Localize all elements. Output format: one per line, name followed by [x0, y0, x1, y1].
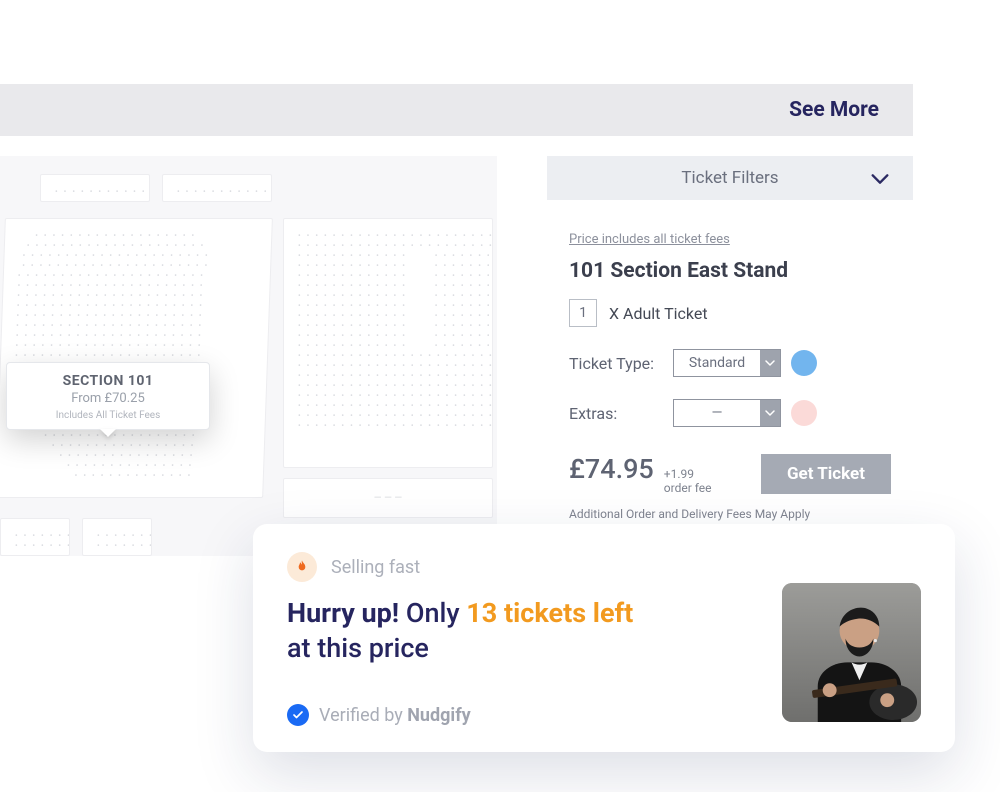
get-ticket-button[interactable]: Get Ticket: [761, 454, 891, 494]
additional-fees-note: Additional Order and Delivery Fees May A…: [569, 507, 891, 521]
top-bar: See More: [0, 84, 913, 136]
color-swatch-extras: [791, 400, 817, 426]
verified-by-text: Verified by Nudgify: [319, 705, 471, 726]
verified-check-icon: [287, 704, 309, 726]
chevron-down-icon: [760, 350, 780, 376]
order-fee-amount: +1.99: [664, 467, 712, 481]
chevron-down-icon: [760, 400, 780, 426]
artist-thumbnail: [782, 583, 921, 722]
section-tooltip: SECTION 101 From £70.25 Includes All Tic…: [6, 362, 210, 430]
extras-select[interactable]: —: [673, 399, 781, 427]
ticket-filters-toggle[interactable]: Ticket Filters: [547, 156, 913, 200]
ticket-price: £74.95: [569, 453, 654, 485]
see-more-link[interactable]: See More: [789, 98, 879, 122]
tooltip-price: From £70.25: [19, 391, 197, 406]
fees-note-link[interactable]: Price includes all ticket fees: [569, 232, 730, 247]
order-fee-label: order fee: [664, 481, 712, 495]
seat-block[interactable]: • • • • • • • • • • • • • • • • • •: [82, 518, 152, 556]
seat-block[interactable]: • • • • • • • • • • • • • • • • • • • • …: [162, 174, 272, 202]
seat-block[interactable]: — — —: [283, 478, 493, 518]
ticket-sidebar: Ticket Filters Price includes all ticket…: [547, 156, 913, 551]
section-title: 101 Section East Stand: [569, 259, 891, 283]
selling-fast-tag: Selling fast: [331, 557, 420, 578]
seat-block[interactable]: • • • • • • • • • • • • • • • • • •: [0, 518, 70, 556]
urgency-notification: Selling fast Hurry up! Only 13 tickets l…: [253, 524, 955, 752]
color-swatch-ticket-type: [791, 350, 817, 376]
chevron-down-icon: [869, 168, 891, 195]
ticket-type-value: Standard: [674, 355, 760, 371]
flame-icon: [287, 552, 317, 582]
extras-value: —: [674, 405, 760, 421]
tooltip-title: SECTION 101: [19, 373, 197, 389]
ticket-type-select[interactable]: Standard: [673, 349, 781, 377]
seat-block[interactable]: • • • • • • • • • • • • • • • • • • • • …: [0, 218, 273, 498]
tooltip-includes: Includes All Ticket Fees: [19, 410, 197, 421]
seat-map[interactable]: • • • • • • • • • • • • • • • • • • • • …: [0, 156, 497, 556]
seat-block[interactable]: • • • • • • • • • • • • • • • • • • • • …: [40, 174, 150, 202]
urgency-headline: Hurry up! Only 13 tickets left at this p…: [287, 596, 633, 666]
quantity-stepper[interactable]: 1: [569, 299, 597, 327]
adult-ticket-label: X Adult Ticket: [609, 304, 708, 323]
seat-block[interactable]: • • • • • • • • • • • • • • • • • • • • …: [283, 218, 493, 468]
filters-label: Ticket Filters: [681, 168, 778, 188]
extras-label: Extras:: [569, 404, 663, 423]
ticket-type-label: Ticket Type:: [569, 354, 663, 373]
